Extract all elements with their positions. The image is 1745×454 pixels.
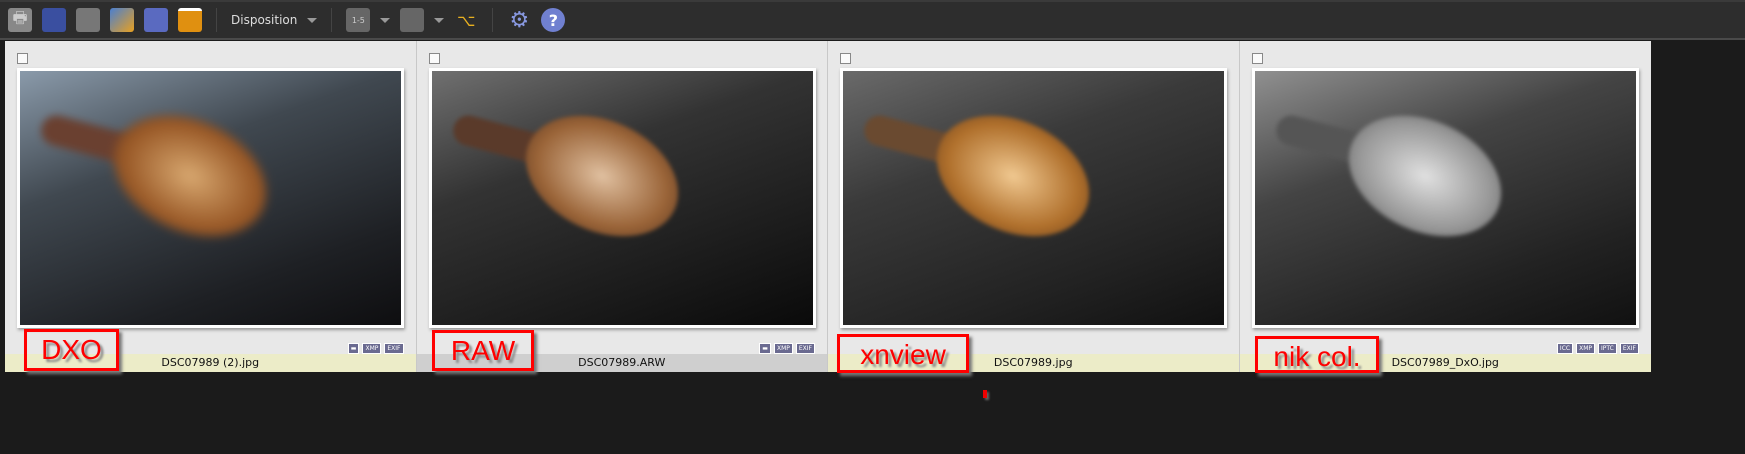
icc-badge: ICC	[1556, 343, 1574, 354]
select-checkbox[interactable]	[840, 53, 851, 64]
exif-badge: EXIF	[384, 343, 404, 354]
badge: ▬	[347, 343, 360, 354]
select-checkbox[interactable]	[1251, 53, 1263, 64]
convert-icon[interactable]	[76, 8, 100, 32]
chevron-down-icon	[307, 17, 318, 23]
xmp-badge: XMP	[773, 343, 793, 354]
badge: ▬	[759, 343, 771, 354]
thumbnail-strip: ▬ XMP EXIF DSC07989 (2).jpg ▬ XMP EXIF DSC07…	[5, 41, 1651, 372]
bookmark-icon[interactable]	[400, 8, 425, 32]
select-checkbox[interactable]	[428, 53, 440, 64]
chevron-down-icon[interactable]	[434, 17, 445, 23]
separator	[216, 8, 217, 32]
help-icon[interactable]: ?	[541, 8, 566, 32]
thumbnail-image[interactable]	[840, 68, 1227, 328]
xmp-badge: XMP	[362, 343, 382, 354]
thumbnail-image[interactable]	[428, 68, 816, 328]
metadata-badges: ▬ XMP EXIF	[347, 343, 404, 354]
folder-tree-icon[interactable]: ⌥	[454, 8, 478, 32]
wallpaper-icon[interactable]	[178, 8, 202, 32]
capture-icon[interactable]	[144, 8, 168, 32]
thumbnail-image[interactable]	[17, 68, 404, 328]
exif-badge: EXIF	[1619, 343, 1639, 354]
metadata-badges: ▬ XMP EXIF	[759, 343, 815, 354]
xmp-badge: XMP	[1576, 343, 1595, 354]
select-checkbox[interactable]	[17, 53, 28, 64]
thumbnail-cell[interactable]: ▬ XMP EXIF DSC07989.ARW	[416, 41, 828, 372]
thumbnail-cell[interactable]: ▬ XMP EXIF DSC07989 (2).jpg	[5, 41, 417, 372]
disposition-dropdown[interactable]: Disposition	[231, 13, 318, 27]
annotation-label: xnview	[837, 334, 969, 373]
exif-badge: EXIF	[795, 343, 815, 354]
print-icon[interactable]: 🖶	[8, 8, 32, 32]
annotation-label: DXO	[24, 329, 119, 371]
disposition-label: Disposition	[231, 13, 298, 27]
chevron-down-icon[interactable]	[380, 17, 391, 23]
scanner-icon[interactable]	[42, 8, 66, 32]
annotation-label: RAW	[432, 330, 534, 371]
gear-icon[interactable]: ⚙	[507, 8, 531, 33]
toolbar: 🖶 Disposition 1-5 ⌥ ⚙ ?	[0, 0, 1745, 40]
thumbnail-cell[interactable]: DSC07989.jpg	[828, 41, 1240, 372]
annotation-mark	[983, 390, 987, 398]
separator	[492, 8, 494, 32]
thumbnail-cell[interactable]: ICC XMP IPTC EXIF DSC07989_DxO.jpg	[1239, 41, 1651, 372]
thumbnail-image[interactable]	[1251, 68, 1639, 328]
numbering-icon[interactable]: 1-5	[346, 8, 371, 32]
separator	[331, 8, 333, 32]
metadata-badges: ICC XMP IPTC EXIF	[1556, 343, 1639, 354]
slideshow-icon[interactable]	[110, 8, 134, 32]
annotation-label: nik col.	[1255, 336, 1379, 373]
iptc-badge: IPTC	[1597, 343, 1617, 354]
